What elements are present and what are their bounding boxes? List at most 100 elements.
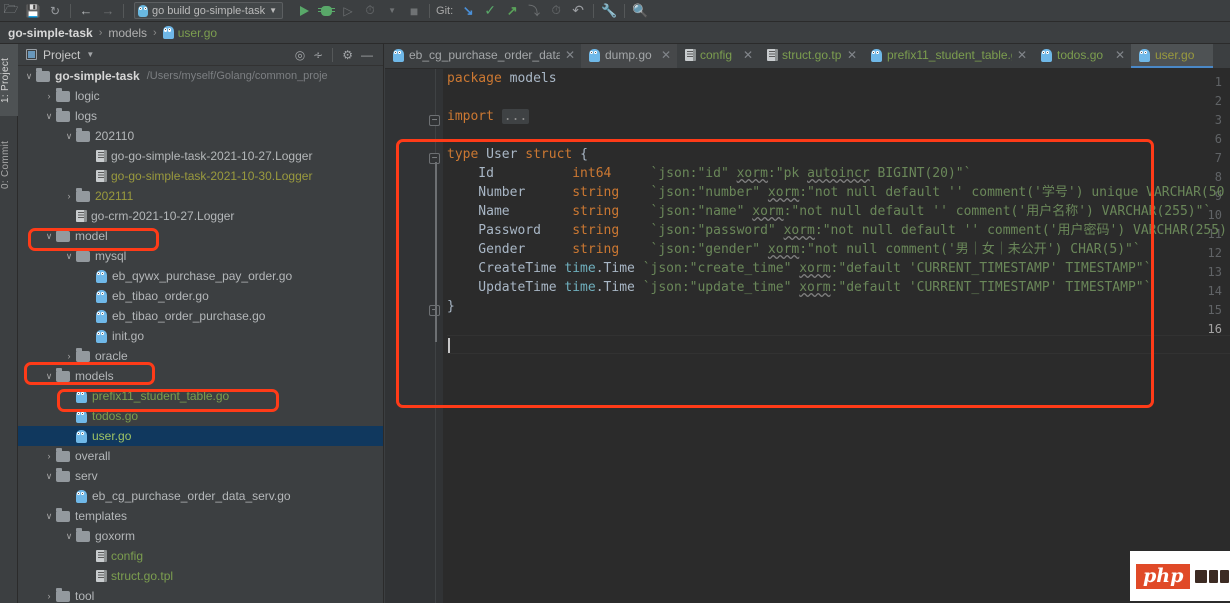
code-editor[interactable]: 123678910111213141516 −−− package models… bbox=[385, 69, 1230, 603]
run-with-coverage-icon[interactable]: ▷ bbox=[337, 1, 359, 21]
rollback-icon[interactable]: ⤵ bbox=[523, 1, 545, 21]
chevron-right-icon[interactable]: › bbox=[62, 186, 76, 206]
run-config-label: go build go-simple-task bbox=[152, 4, 266, 17]
breadcrumb-root[interactable]: go-simple-task bbox=[8, 26, 93, 40]
chevron-down-icon[interactable]: ∨ bbox=[62, 246, 76, 266]
locate-icon[interactable]: ◎ bbox=[295, 49, 305, 61]
text-file-icon bbox=[96, 170, 107, 182]
editor-tab-struct-go-tp[interactable]: struct.go.tp ✕ bbox=[759, 44, 863, 68]
tree-item-serv[interactable]: ∨ serv bbox=[18, 466, 383, 486]
tree-item-go-go-simple-task-2021-10-27-logger[interactable]: go-go-simple-task-2021-10-27.Logger bbox=[18, 146, 383, 166]
run-configuration-selector[interactable]: go build go-simple-task ▼ bbox=[134, 2, 284, 19]
tree-item-overall[interactable]: › overall bbox=[18, 446, 383, 466]
breadcrumb-file[interactable]: user.go bbox=[178, 26, 217, 40]
editor-tab-user-go[interactable]: user.go bbox=[1131, 44, 1213, 68]
code-token: `json:"number" bbox=[650, 185, 768, 200]
sidebar-tab-commit[interactable]: 0: Commit bbox=[0, 124, 18, 206]
stop-icon[interactable]: ■ bbox=[403, 1, 425, 21]
tree-item-todos-go[interactable]: todos.go bbox=[18, 406, 383, 426]
editor-tab-todos-go[interactable]: todos.go ✕ bbox=[1033, 44, 1131, 68]
tree-item-logs[interactable]: ∨ logs bbox=[18, 106, 383, 126]
tree-item-config[interactable]: config bbox=[18, 546, 383, 566]
tree-item-go-go-simple-task-2021-10-30-logger[interactable]: go-go-simple-task-2021-10-30.Logger bbox=[18, 166, 383, 186]
chevron-down-icon[interactable]: ∨ bbox=[42, 226, 56, 246]
close-icon[interactable]: ✕ bbox=[565, 49, 575, 61]
chevron-down-icon[interactable]: ∨ bbox=[42, 506, 56, 526]
tree-item-model[interactable]: ∨ model bbox=[18, 226, 383, 246]
chevron-down-icon[interactable]: ∨ bbox=[62, 126, 76, 146]
editor-tab-eb-cg-purchase-order-data-g[interactable]: eb_cg_purchase_order_data.g ✕ bbox=[385, 44, 581, 68]
tree-item-label: go-go-simple-task-2021-10-30.Logger bbox=[111, 169, 313, 183]
editor-tab-bar[interactable]: eb_cg_purchase_order_data.g ✕ dump.go ✕ conf… bbox=[385, 44, 1230, 69]
tree-item-goxorm[interactable]: ∨ goxorm bbox=[18, 526, 383, 546]
editor-tab-dump-go[interactable]: dump.go ✕ bbox=[581, 44, 677, 68]
sidebar-tab-project[interactable]: 1: Project bbox=[0, 44, 18, 116]
commit-icon[interactable]: ✓ bbox=[479, 1, 501, 21]
chevron-down-icon[interactable]: ∨ bbox=[42, 106, 56, 126]
tree-item-mysql[interactable]: ∨ mysql bbox=[18, 246, 383, 266]
editor-tab-config[interactable]: config ✕ bbox=[677, 44, 759, 68]
chevron-down-icon[interactable]: ▼ bbox=[86, 50, 94, 59]
code-text[interactable]: package models import ... type User stru… bbox=[447, 69, 1230, 603]
code-line: type User struct { bbox=[447, 145, 1230, 164]
close-icon[interactable]: ✕ bbox=[1115, 49, 1125, 61]
tree-item-202111[interactable]: › 202111 bbox=[18, 186, 383, 206]
tree-item-go-simple-task[interactable]: ∨ go-simple-task/Users/myself/Golang/comm… bbox=[18, 66, 383, 86]
tree-item-tool[interactable]: › tool bbox=[18, 586, 383, 603]
tree-item-eb-cg-purchase-order-data-serv-go[interactable]: eb_cg_purchase_order_data_serv.go bbox=[18, 486, 383, 506]
gear-icon[interactable]: ⚙ bbox=[342, 49, 353, 61]
chevron-down-icon[interactable]: ∨ bbox=[22, 66, 36, 86]
project-file-tree[interactable]: ∨ go-simple-task/Users/myself/Golang/comm… bbox=[18, 66, 383, 603]
tree-item-eb-tibao-order-go[interactable]: eb_tibao_order.go bbox=[18, 286, 383, 306]
sync-icon[interactable]: ↻ bbox=[44, 1, 66, 21]
history-icon[interactable]: ⏱ bbox=[545, 1, 567, 21]
tree-item-202110[interactable]: ∨ 202110 bbox=[18, 126, 383, 146]
fold-toggle-icon[interactable]: − bbox=[429, 115, 440, 126]
save-icon[interactable]: 💾 bbox=[22, 1, 44, 21]
tree-item-oracle[interactable]: › oracle bbox=[18, 346, 383, 366]
tree-item-go-crm-2021-10-27-logger[interactable]: go-crm-2021-10-27.Logger bbox=[18, 206, 383, 226]
go-file-icon bbox=[76, 409, 87, 423]
back-arrow-icon[interactable]: ← bbox=[75, 1, 97, 21]
folder-icon bbox=[56, 367, 70, 382]
chevron-down-icon[interactable]: ∨ bbox=[62, 526, 76, 546]
tree-item-logic[interactable]: › logic bbox=[18, 86, 383, 106]
update-project-icon[interactable]: ↘ bbox=[457, 1, 479, 21]
close-icon[interactable]: ✕ bbox=[661, 49, 671, 61]
tree-item-prefix11-student-table-go[interactable]: prefix11_student_table.go bbox=[18, 386, 383, 406]
chevron-right-icon[interactable]: › bbox=[62, 346, 76, 366]
chevron-down-icon[interactable]: ∨ bbox=[42, 366, 56, 386]
chevron-right-icon[interactable]: › bbox=[42, 446, 56, 466]
open-folder-icon[interactable]: 🗁 bbox=[0, 1, 22, 21]
search-icon[interactable]: 🔍 bbox=[629, 1, 651, 21]
toolbar-divider-4 bbox=[593, 3, 595, 18]
close-icon[interactable]: ✕ bbox=[1017, 49, 1027, 61]
tree-item-user-go[interactable]: user.go bbox=[18, 426, 383, 446]
push-icon[interactable]: ↗ bbox=[501, 1, 523, 21]
close-icon[interactable]: ✕ bbox=[743, 49, 753, 61]
tree-item-init-go[interactable]: init.go bbox=[18, 326, 383, 346]
tree-item-struct-go-tpl[interactable]: struct.go.tpl bbox=[18, 566, 383, 586]
folder-icon bbox=[56, 587, 70, 602]
chevron-down-icon[interactable]: ▼ bbox=[381, 1, 403, 21]
debug-icon[interactable] bbox=[315, 1, 337, 21]
chevron-right-icon[interactable]: › bbox=[42, 86, 56, 106]
tree-item-templates[interactable]: ∨ templates bbox=[18, 506, 383, 526]
forward-arrow-icon[interactable]: → bbox=[97, 1, 119, 21]
chevron-right-icon[interactable]: › bbox=[42, 586, 56, 603]
tree-item-eb-tibao-order-purchase-go[interactable]: eb_tibao_order_purchase.go bbox=[18, 306, 383, 326]
profile-icon[interactable]: ⏱ bbox=[359, 1, 381, 21]
code-token: } bbox=[447, 299, 455, 314]
minimize-icon[interactable]: — bbox=[361, 49, 373, 61]
tree-item-models[interactable]: ∨ models bbox=[18, 366, 383, 386]
chevron-down-icon[interactable]: ∨ bbox=[42, 466, 56, 486]
editor-tab-prefix11-student-table-g[interactable]: prefix11_student_table.g ✕ bbox=[863, 44, 1033, 68]
run-icon[interactable] bbox=[293, 1, 315, 21]
close-icon[interactable]: ✕ bbox=[847, 49, 857, 61]
tree-item-eb-qywx-purchase-pay-order-go[interactable]: eb_qywx_purchase_pay_order.go bbox=[18, 266, 383, 286]
wrench-icon[interactable]: 🔧 bbox=[598, 1, 620, 21]
undo-icon[interactable]: ↶ bbox=[567, 1, 589, 21]
breadcrumb-folder[interactable]: models bbox=[108, 26, 147, 40]
collapse-all-icon[interactable]: ∻ bbox=[313, 49, 323, 61]
